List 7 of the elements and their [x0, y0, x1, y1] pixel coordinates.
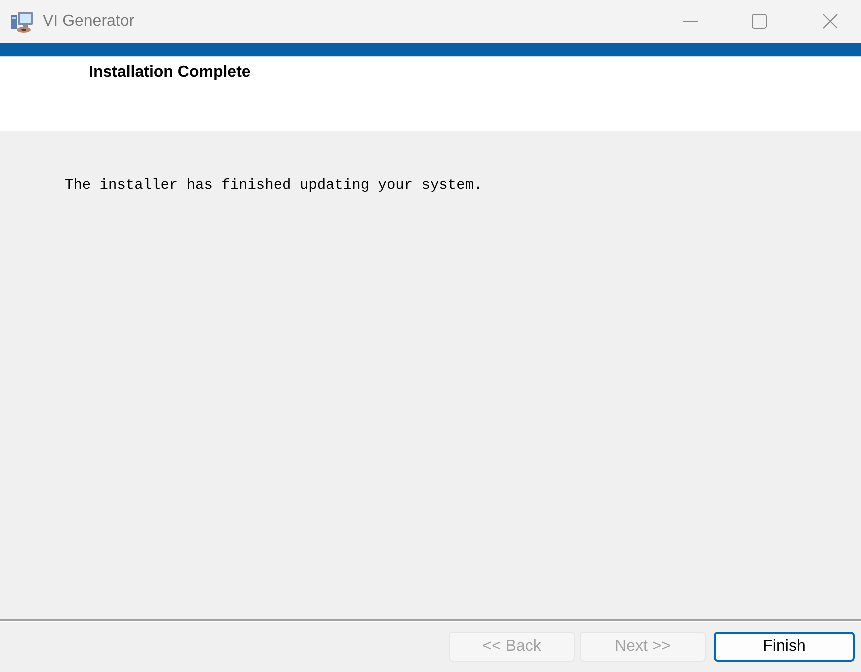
wizard-button[interactable]: Finish — [714, 632, 855, 662]
page-heading: Installation Complete — [89, 64, 251, 81]
close-icon[interactable] — [823, 14, 838, 29]
window-title: VI Generator — [43, 12, 136, 30]
maximize-icon[interactable] — [752, 14, 767, 29]
computer-icon — [10, 10, 34, 34]
status-message: The installer has finished updating your system. — [65, 178, 483, 194]
